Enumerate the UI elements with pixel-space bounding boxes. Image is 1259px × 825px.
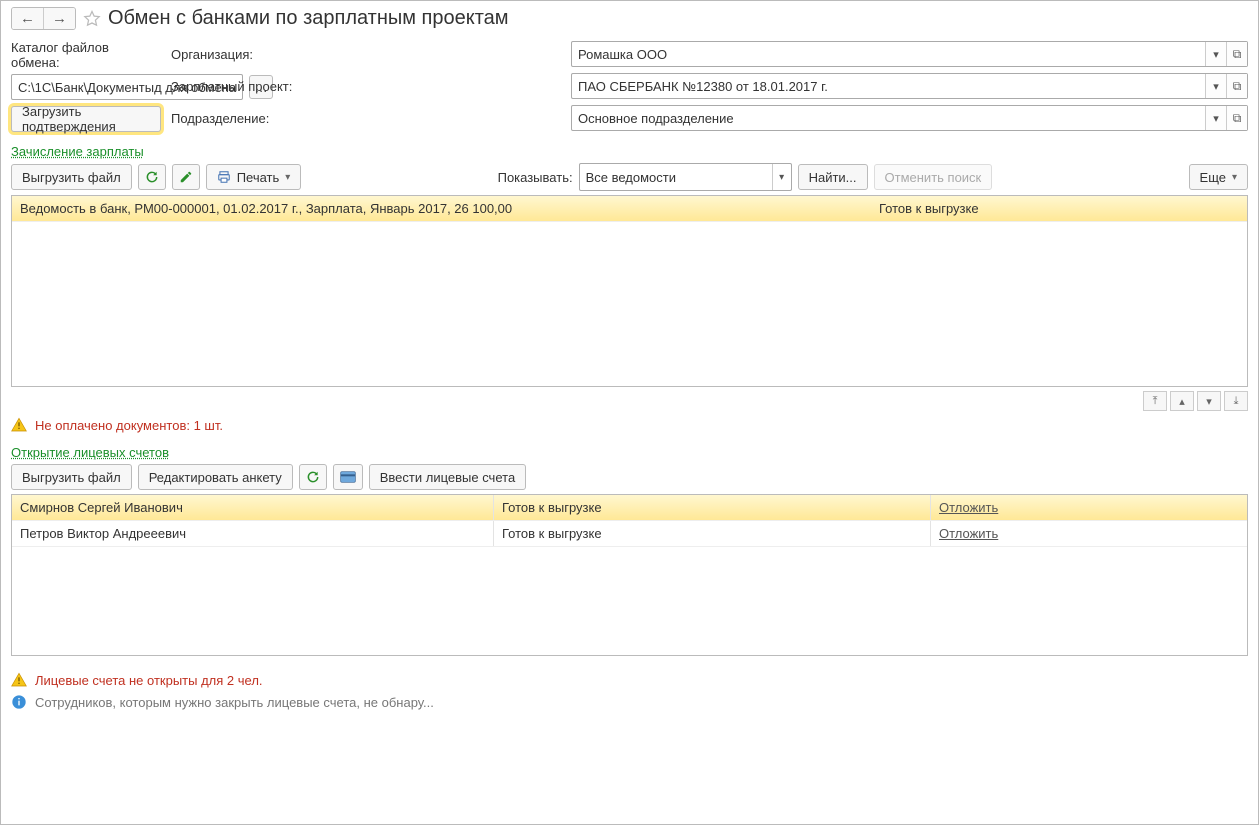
table-row[interactable]: Смирнов Сергей Иванович Готов к выгрузке… — [12, 495, 1247, 521]
filter-form: Организация: Ромашка ООО ▾ ⧉ Каталог фай… — [11, 40, 1248, 132]
table-row[interactable]: Ведомость в банк, РМ00-000001, 01.02.201… — [12, 196, 1247, 222]
nav-first-icon[interactable]: ⤒ — [1143, 391, 1167, 411]
page-title: Обмен с банками по зарплатным проектам — [108, 7, 509, 30]
section1-toolbar: Выгрузить файл Печать ▾ Показывать: Все … — [11, 163, 1248, 191]
table-row[interactable]: Петров Виктор Андрееевич Готов к выгрузк… — [12, 521, 1247, 547]
enter-accounts-button[interactable]: Ввести лицевые счета — [369, 464, 526, 490]
employee-name-cell: Смирнов Сергей Иванович — [12, 495, 494, 520]
load-confirmations-label: Загрузить подтверждения — [22, 104, 150, 134]
unpaid-warning-row: Не оплачено документов: 1 шт. — [11, 417, 1248, 433]
catalog-label: Каталог файлов обмена: — [11, 40, 161, 70]
payroll-table-body[interactable]: Ведомость в банк, РМ00-000001, 01.02.201… — [12, 196, 1247, 386]
show-caret-icon[interactable]: ▾ — [772, 164, 791, 190]
postpone-link[interactable]: Отложить — [939, 526, 998, 541]
more-button-1[interactable]: Еще ▾ — [1189, 164, 1248, 190]
open-accounts-link[interactable]: Открытие лицевых счетов — [11, 445, 169, 460]
show-label: Показывать: — [498, 170, 573, 185]
row-status-text: Готов к выгрузке — [871, 196, 1247, 221]
print-button[interactable]: Печать ▾ — [206, 164, 302, 190]
project-value: ПАО СБЕРБАНК №12380 от 18.01.2017 г. — [572, 74, 1205, 98]
accounts-table: Смирнов Сергей Иванович Готов к выгрузке… — [11, 494, 1248, 656]
salary-enroll-link[interactable]: Зачисление зарплаты — [11, 144, 144, 159]
show-select[interactable]: Все ведомости ▾ — [579, 163, 792, 191]
header-bar: ← → Обмен с банками по зарплатным проект… — [11, 7, 1248, 30]
info-row: Сотрудников, которым нужно закрыть лицев… — [11, 694, 1248, 710]
accounts-table-body[interactable]: Смирнов Сергей Иванович Готов к выгрузке… — [12, 495, 1247, 655]
cancel-find-button: Отменить поиск — [874, 164, 993, 190]
unpaid-warning-text: Не оплачено документов: 1 шт. — [35, 418, 223, 433]
main-window: ← → Обмен с банками по зарплатным проект… — [0, 0, 1259, 825]
project-dropdown-button[interactable]: ▾ — [1205, 74, 1226, 98]
warning-icon — [11, 672, 27, 688]
load-confirmations-button[interactable]: Загрузить подтверждения — [11, 106, 161, 132]
favorite-star-icon[interactable] — [82, 9, 102, 29]
find-button[interactable]: Найти... — [798, 164, 868, 190]
find-label: Найти... — [809, 170, 857, 185]
section2-toolbar: Выгрузить файл Редактировать анкету Ввес… — [11, 464, 1248, 490]
nav-up-icon[interactable]: ▴ — [1170, 391, 1194, 411]
dept-input[interactable]: Основное подразделение ▾ ⧉ — [571, 105, 1248, 131]
export-file-label-1: Выгрузить файл — [22, 170, 121, 185]
row-doc-text: Ведомость в банк, РМ00-000001, 01.02.201… — [12, 196, 871, 221]
more-caret-icon: ▾ — [1232, 172, 1237, 183]
nav-last-icon[interactable]: ⤓ — [1224, 391, 1248, 411]
info-text: Сотрудников, которым нужно закрыть лицев… — [35, 695, 434, 710]
cancel-find-label: Отменить поиск — [885, 170, 982, 185]
dept-label: Подразделение: — [171, 111, 561, 126]
project-input[interactable]: ПАО СБЕРБАНК №12380 от 18.01.2017 г. ▾ ⧉ — [571, 73, 1248, 99]
refresh-button-1[interactable] — [138, 164, 166, 190]
table-nav-controls: ⤒ ▴ ▾ ⤓ — [11, 391, 1248, 411]
org-input[interactable]: Ромашка ООО ▾ ⧉ — [571, 41, 1248, 67]
org-open-button[interactable]: ⧉ — [1226, 42, 1247, 66]
edit-button-1[interactable] — [172, 164, 200, 190]
payroll-table: Ведомость в банк, РМ00-000001, 01.02.201… — [11, 195, 1248, 387]
postpone-link[interactable]: Отложить — [939, 500, 998, 515]
export-file-button-1[interactable]: Выгрузить файл — [11, 164, 132, 190]
show-value: Все ведомости — [580, 164, 772, 190]
dept-value: Основное подразделение — [572, 106, 1205, 130]
refresh-button-2[interactable] — [299, 464, 327, 490]
edit-questionnaire-label: Редактировать анкету — [149, 470, 282, 485]
print-label: Печать — [237, 170, 280, 185]
accounts-warning-text: Лицевые счета не открыты для 2 чел. — [35, 673, 263, 688]
project-label: Зарплатный проект: — [171, 79, 561, 94]
more-label-1: Еще — [1200, 170, 1226, 185]
nav-back-button[interactable]: ← — [12, 8, 43, 29]
org-label: Организация: — [171, 47, 561, 62]
nav-forward-button[interactable]: → — [43, 8, 75, 29]
employee-status-cell: Готов к выгрузке — [494, 521, 931, 546]
org-dropdown-button[interactable]: ▾ — [1205, 42, 1226, 66]
project-open-button[interactable]: ⧉ — [1226, 74, 1247, 98]
info-icon — [11, 694, 27, 710]
dept-dropdown-button[interactable]: ▾ — [1205, 106, 1226, 130]
card-button[interactable] — [333, 464, 363, 490]
edit-questionnaire-button[interactable]: Редактировать анкету — [138, 464, 293, 490]
enter-accounts-label: Ввести лицевые счета — [380, 470, 515, 485]
employee-status-cell: Готов к выгрузке — [494, 495, 931, 520]
export-file-button-2[interactable]: Выгрузить файл — [11, 464, 132, 490]
nav-buttons: ← → — [11, 7, 76, 30]
nav-down-icon[interactable]: ▾ — [1197, 391, 1221, 411]
org-value: Ромашка ООО — [572, 42, 1205, 66]
employee-name-cell: Петров Виктор Андрееевич — [12, 521, 494, 546]
print-caret-icon: ▾ — [285, 172, 290, 183]
right-column: Каталог файлов обмена: C:\1C\Банк\Докуме… — [11, 40, 161, 132]
export-file-label-2: Выгрузить файл — [22, 470, 121, 485]
accounts-warning-row: Лицевые счета не открыты для 2 чел. — [11, 672, 1248, 688]
warning-icon — [11, 417, 27, 433]
dept-open-button[interactable]: ⧉ — [1226, 106, 1247, 130]
